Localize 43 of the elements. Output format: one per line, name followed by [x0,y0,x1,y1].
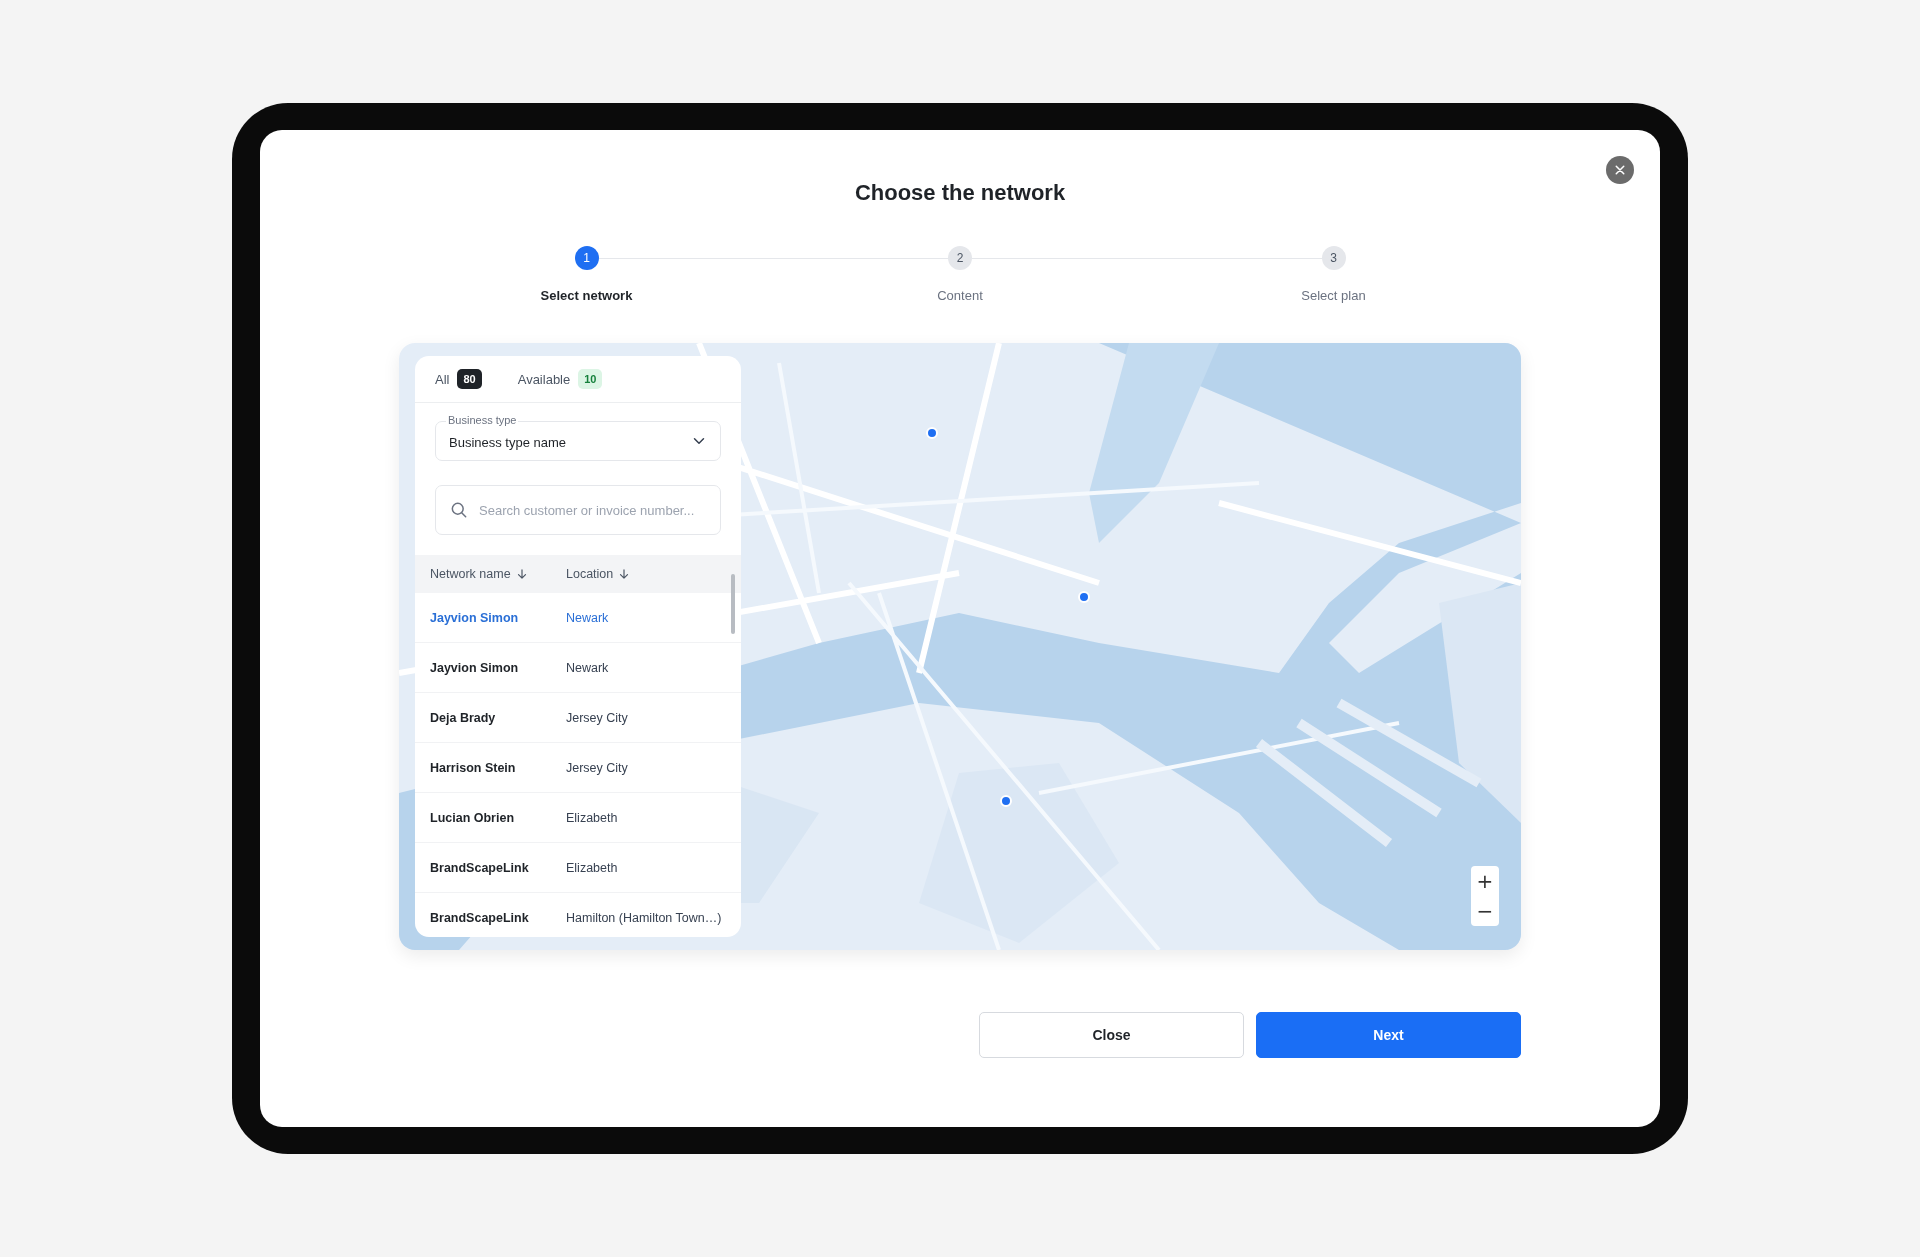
step-number[interactable]: 1 [574,246,599,270]
zoom-in-button[interactable]: + [1471,866,1499,896]
table-cell: Elizabeth [566,860,618,875]
step-label: Select plan [1301,288,1366,303]
table-cell: Newark [566,660,609,675]
scrollbar[interactable] [731,574,735,634]
table-cell: Hamilton (Hamilton Town…) [566,910,722,925]
table-cell-text: Jayvion Simon [430,660,520,675]
column-header[interactable]: Location [566,567,614,581]
table-cell-text: Lucian Obrien [430,810,516,825]
column-header[interactable]: Network name [430,567,511,581]
field-label: Business type [446,414,519,427]
count-badge: 10 [578,369,603,389]
zoom-out-button[interactable]: − [1471,896,1499,926]
table-cell-text: BrandScapeLink [430,910,530,925]
search-icon [449,500,469,520]
step-label: Content [937,288,983,303]
close-button[interactable]: Close [979,1012,1244,1058]
table-row[interactable]: Harrison Stein Jersey City [415,743,741,793]
table-row[interactable]: BrandScapeLink Elizabeth [415,843,741,893]
count-badge: 80 [457,369,482,389]
table-row[interactable]: Deja Brady Jersey City [415,693,741,743]
table-cell: Jersey City [566,710,628,725]
close-button[interactable] [1606,156,1634,184]
table-cell-text: BrandScapeLink [430,860,530,875]
table-cell-text: Harrison Stein [430,760,517,775]
table-cell: Newark [566,610,609,625]
table-cell: Elizabeth [566,810,618,825]
dropdown-value: Business type name [449,433,568,450]
step-label: Select network [540,288,633,303]
table-row[interactable]: BrandScapeLink Hamilton (Hamilton Town…) [415,893,741,937]
table-row[interactable]: Lucian Obrien Elizabeth [415,793,741,843]
step-number[interactable]: 2 [948,246,972,270]
table-cell-text: Jayvion Simon [430,610,520,625]
table-row[interactable]: Jayvion Simon Newark [415,643,741,693]
table-cell: Jersey City [566,760,628,775]
next-button[interactable]: Next [1256,1012,1521,1058]
search-field[interactable]: Search customer or invoice number... [435,485,721,535]
filter-tab[interactable]: All [435,371,450,387]
dialog-title: Choose the network [854,180,1066,206]
step-number[interactable]: 3 [1321,246,1346,270]
table-cell-text: Deja Brady [430,710,497,725]
filter-tab[interactable]: Available [517,371,571,387]
